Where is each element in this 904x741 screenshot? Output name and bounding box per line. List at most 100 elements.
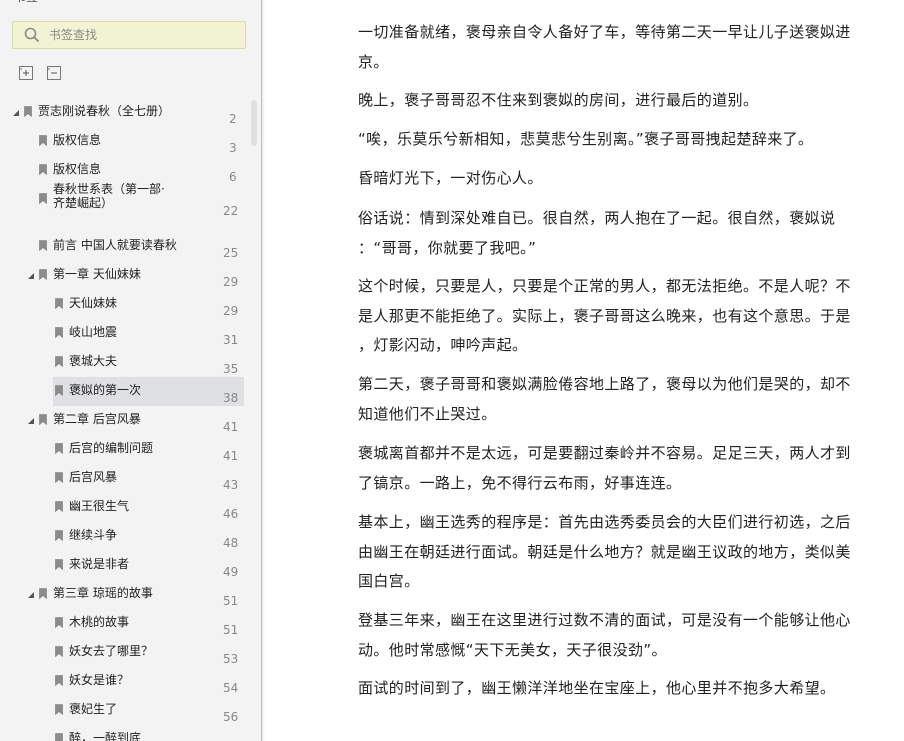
toc-page-number: 22 <box>223 204 239 218</box>
close-icon[interactable]: × <box>230 0 240 2</box>
toc-chapter-item[interactable]: 前言 中国人就要读春秋 25 <box>0 232 250 261</box>
toc-chapter-item[interactable]: 第一章 天仙妹妹 29 <box>0 261 250 290</box>
collapse-all-icon[interactable] <box>47 66 61 80</box>
toc-section-item[interactable]: 褒城大夫 35 <box>0 348 250 377</box>
bookmark-icon <box>55 472 63 483</box>
toc-section-item[interactable]: 来说是非者 49 <box>0 551 250 580</box>
toc-section-item[interactable]: 天仙妹妹 29 <box>0 290 250 319</box>
bookmark-icon <box>55 617 63 628</box>
toc-section-item[interactable]: 木桃的故事 51 <box>0 609 250 638</box>
toc-book-item[interactable]: 贾志刚说春秋（全七册） 2 <box>0 98 250 127</box>
toc-chapter-item[interactable]: 版权信息 6 <box>0 156 250 185</box>
toc-chapter-item[interactable]: 版权信息 3 <box>0 127 250 156</box>
toc-page-number: 38 <box>223 391 239 405</box>
toc-page-number: 49 <box>223 565 239 579</box>
toc-page-number: 25 <box>223 246 239 260</box>
bookmark-icon <box>39 164 47 175</box>
bookmark-icon <box>39 193 47 204</box>
text-line: 一切准备就绪，褒母亲自令人备好了车，等待第二天一早让儿子送褒姒进 <box>358 23 851 41</box>
text-line: 基本上，幽王选秀的程序是：首先由选秀委员会的大臣们进行初选，之后 <box>358 513 851 531</box>
scrollbar[interactable] <box>251 100 257 146</box>
search-icon <box>24 27 40 43</box>
bookmark-icon <box>39 414 47 425</box>
text-paragraph: 基本上，幽王选秀的程序是：首先由选秀委员会的大臣们进行初选，之后 由幽王在朝廷进行… <box>358 508 878 597</box>
toc-section-item[interactable]: 妖女去了哪里？ 53 <box>0 638 250 667</box>
panel-title: 书签 <box>14 0 38 5</box>
text-line: 国白宫。 <box>358 572 420 590</box>
toc-section-item[interactable]: 继续斗争 48 <box>0 522 250 551</box>
bookmark-icon <box>39 135 47 146</box>
text-line: 是人那更不能拒绝了。实际上，褒子哥哥这么晚来，也有这个意思。于是 <box>358 306 851 325</box>
text-line: 俗话说：情到深处难自已。很自然，两人抱在了一起。很自然，褒姒说 <box>358 209 836 227</box>
toc-section-item[interactable]: 岐山地震 31 <box>0 319 250 348</box>
text-line: 京。 <box>358 52 389 71</box>
bookmark-icon <box>39 269 47 280</box>
toc-page-number: 31 <box>223 333 239 347</box>
bookmark-icon <box>39 588 47 599</box>
text-paragraph: 褒城离首都并不是太远，可是要翻过秦岭并不容易。足足三天，两人才到 了镐京。一路上，… <box>358 439 878 498</box>
text-paragraph: 晚上，褒子哥哥忍不住来到褒姒的房间，进行最后的道别。 <box>358 86 878 116</box>
toc-item-label: 褒妃生了 <box>69 702 118 716</box>
text-line: 褒城离首都并不是太远，可是要翻过秦岭并不容易。足足三天，两人才到 <box>358 444 851 462</box>
toc-item-label: 继续斗争 <box>69 528 118 542</box>
toc-section-item[interactable]: 妖女是谁？ 54 <box>0 667 250 696</box>
toc-page-number: 56 <box>223 710 239 724</box>
toc-item-label: 褒姒的第一次 <box>69 383 142 397</box>
toc-item-label: 妖女是谁？ <box>69 673 130 687</box>
toc-page-number: 43 <box>223 478 239 492</box>
text-line: 昏暗灯光下，一对伤心人。 <box>358 169 543 187</box>
toc-section-item[interactable]: 后宫的编制问题 41 <box>0 435 250 464</box>
text-paragraph: 这个时候，只要是人，只要是个正常的男人，都无法拒绝。不是人呢？不 是人那更不能拒绝… <box>358 272 878 361</box>
toc-section-item[interactable]: 幽王很生气 46 <box>0 493 250 522</box>
toc-item-label: 版权信息 <box>53 162 102 176</box>
expand-arrow-icon[interactable] <box>28 592 34 598</box>
text-line: 知道他们不止哭过。 <box>358 404 497 423</box>
toc-page-number: 29 <box>223 304 239 318</box>
text-line: 这个时候，只要是人，只要是个正常的男人，都无法拒绝。不是人呢？不 <box>358 277 851 295</box>
bookmark-icon <box>55 704 63 715</box>
toc-item-label: 天仙妹妹 <box>69 296 118 310</box>
expand-arrow-icon[interactable] <box>28 418 34 424</box>
toc-section-item[interactable]: 褒姒的第一次 38 <box>0 377 250 406</box>
toc-item-label: 醉，一醉到底 <box>69 731 142 741</box>
bookmark-icon <box>55 733 63 741</box>
toc-section-item[interactable]: 后宫风暴 43 <box>0 464 250 493</box>
text-paragraph: 第二天，褒子哥哥和褒姒满脸倦容地上路了，褒母以为他们是哭的，却不 知道他们不止哭过… <box>358 370 878 429</box>
text-line: ：“哥哥，你就要了我吧。” <box>358 238 537 257</box>
toc-item-label: 前言 中国人就要读春秋 <box>53 238 177 252</box>
text-line: “唉，乐莫乐兮新相知，悲莫悲兮生别离。”褒子哥哥拽起楚辞来了。 <box>358 130 814 148</box>
toc-page-number: 48 <box>223 536 239 550</box>
toc-section-item[interactable]: 醉，一醉到底 <box>0 725 250 741</box>
bookmark-icon <box>24 106 32 117</box>
panel-header: 书签 × <box>0 0 261 6</box>
toc-chapter-item[interactable]: 第三章 琼瑶的故事 51 <box>0 580 250 609</box>
toc-chapter-item[interactable]: 第二章 后宫风暴 41 <box>0 406 250 435</box>
text-line: 晚上，褒子哥哥忍不住来到褒姒的房间，进行最后的道别。 <box>358 91 759 109</box>
toc-item-label: 版权信息 <box>53 133 102 147</box>
bookmark-search[interactable] <box>12 21 246 49</box>
toc-item-label: 春秋世系表（第一部· 齐楚崛起） <box>53 182 165 210</box>
bookmark-icon <box>55 443 63 454</box>
expand-arrow-icon[interactable] <box>13 110 19 116</box>
toc-item-label: 贾志刚说春秋（全七册） <box>38 104 171 118</box>
bookmark-icon <box>55 298 63 309</box>
search-input[interactable] <box>49 26 239 44</box>
bookmark-panel: 书签 × 贾志刚说春秋（全七册）2版权信息3版权信息6春秋世系表（第一部·齐楚崛… <box>0 0 262 741</box>
toc-item-label: 幽王很生气 <box>69 499 130 513</box>
toc-item-label: 岐山地震 <box>69 325 118 339</box>
toc-chapter-item[interactable]: 春秋世系表（第一部· 齐楚崛起） 22 <box>0 182 250 232</box>
toc-item-label: 第一章 天仙妹妹 <box>53 267 141 281</box>
toc-page-number: 41 <box>223 420 239 434</box>
toc-section-item[interactable]: 褒妃生了 56 <box>0 696 250 725</box>
text-line: 动。他时常感慨“天下无美女，天子很没劲”。 <box>358 640 667 659</box>
bookmark-icon <box>55 501 63 512</box>
text-line: 登基三年来，幽王在这里进行过数不清的面试，可是没有一个能够让他心 <box>358 611 851 629</box>
toc-page-number: 51 <box>223 594 239 608</box>
text-paragraph: 俗话说：情到深处难自已。很自然，两人抱在了一起。很自然，褒姒说 ：“哥哥，你就要了… <box>358 204 878 263</box>
expand-all-icon[interactable] <box>19 66 33 80</box>
panel-divider <box>261 0 265 741</box>
text-paragraph: 昏暗灯光下，一对伤心人。 <box>358 164 878 194</box>
toc-item-label: 来说是非者 <box>69 557 130 571</box>
expand-arrow-icon[interactable] <box>28 273 34 279</box>
bookmark-icon <box>55 646 63 657</box>
